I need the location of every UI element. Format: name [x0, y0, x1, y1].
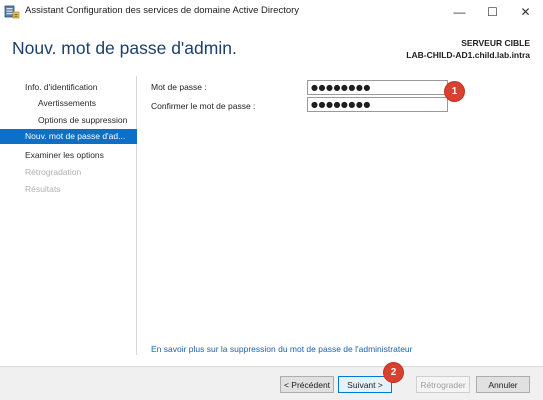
nav-item-results: Résultats: [25, 184, 61, 194]
maximize-icon[interactable]: ☐: [476, 0, 509, 24]
previous-button[interactable]: < Précédent: [280, 376, 334, 393]
nav-item-warnings[interactable]: Avertissements: [0, 96, 137, 111]
next-button[interactable]: Suivant >: [338, 376, 392, 393]
nav-item-review-options[interactable]: Examiner les options: [0, 148, 137, 163]
close-icon[interactable]: ✕: [509, 0, 542, 24]
nav-item-credentials[interactable]: Info. d'identification: [0, 80, 137, 95]
step-marker-1: 1: [445, 82, 464, 101]
cancel-button[interactable]: Annuler: [476, 376, 530, 393]
page-title: Nouv. mot de passe d'admin.: [12, 38, 237, 58]
confirm-password-input[interactable]: [307, 97, 448, 112]
server-wizard-icon: [4, 4, 20, 20]
window-title: Assistant Configuration des services de …: [25, 5, 300, 16]
minimize-icon[interactable]: —: [443, 0, 476, 24]
step-marker-2: 2: [384, 363, 403, 382]
wizard-navigation: Info. d'identification Avertissements Op…: [0, 76, 137, 355]
demote-button: Rétrograder: [416, 376, 470, 393]
nav-item-removal-options[interactable]: Options de suppression: [0, 113, 137, 128]
nav-item-demotion: Rétrogradation: [25, 167, 82, 177]
target-server-name: LAB-CHILD-AD1.child.lab.intra: [406, 50, 530, 60]
password-label: Mot de passe :: [151, 82, 207, 92]
help-link-password-removal[interactable]: En savoir plus sur la suppression du mot…: [151, 344, 412, 354]
title-bar: Assistant Configuration des services de …: [0, 0, 543, 24]
confirm-password-label: Confirmer le mot de passe :: [151, 101, 256, 111]
password-input[interactable]: [307, 80, 448, 95]
nav-item-new-admin-password[interactable]: Nouv. mot de passe d'ad...: [0, 129, 137, 144]
target-server-label: SERVEUR CIBLE: [461, 38, 530, 48]
